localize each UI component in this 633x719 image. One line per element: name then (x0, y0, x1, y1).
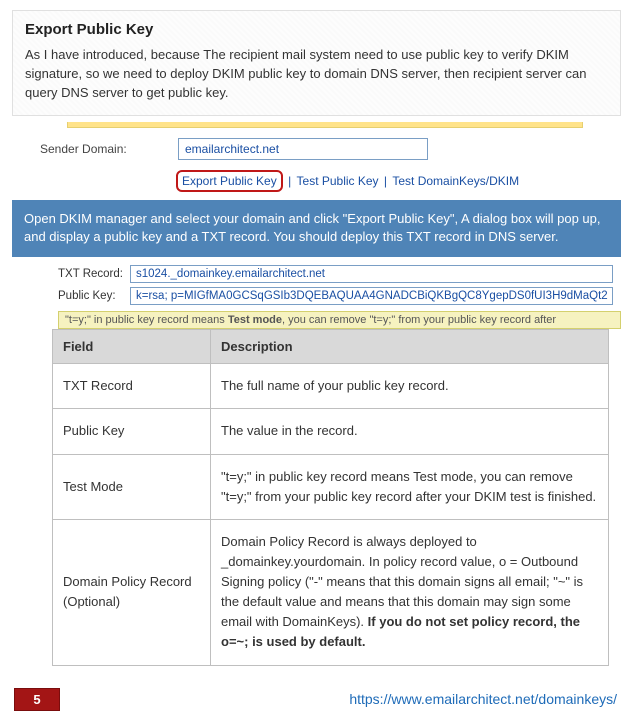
table-cell-field: TXT Record (53, 364, 211, 409)
description-table-wrap: Field Description TXT Record The full na… (52, 329, 609, 665)
table-cell-field: Domain Policy Record (Optional) (53, 519, 211, 665)
public-key-label: Public Key: (58, 290, 130, 302)
link-separator: | (382, 174, 392, 188)
table-cell-field: Public Key (53, 409, 211, 454)
footer-url: https://www.emailarchitect.net/domainkey… (349, 691, 617, 707)
action-links: Export Public Key | Test Public Key | Te… (176, 170, 621, 192)
note-prefix: "t=y;" in public key record means (65, 314, 228, 326)
table-header-description: Description (211, 330, 609, 364)
sender-domain-row: Sender Domain: emailarchitect.net (40, 138, 621, 160)
note-suffix: , you can remove "t=y;" from your public… (282, 314, 556, 326)
test-domainkeys-dkim-link[interactable]: Test DomainKeys/DKIM (392, 174, 519, 188)
yellow-strip (67, 122, 583, 128)
page-title: Export Public Key (25, 21, 608, 38)
table-header-field: Field (53, 330, 211, 364)
page-number-badge: 5 (14, 688, 60, 711)
table-row: Public Key The value in the record. (53, 409, 609, 454)
public-key-input[interactable]: k=rsa; p=MIGfMA0GCSqGSIb3DQEBAQUAA4GNADC… (130, 287, 613, 305)
page-footer: 5 https://www.emailarchitect.net/domaink… (0, 680, 633, 719)
table-row: TXT Record The full name of your public … (53, 364, 609, 409)
public-key-row: Public Key: k=rsa; p=MIGfMA0GCSqGSIb3DQE… (58, 287, 621, 305)
test-public-key-link[interactable]: Test Public Key (297, 174, 379, 188)
table-cell-desc: Domain Policy Record is always deployed … (211, 519, 609, 665)
export-public-key-link[interactable]: Export Public Key (182, 174, 277, 188)
intro-paragraph: As I have introduced, because The recipi… (25, 46, 608, 103)
note-bold: Test mode (228, 314, 282, 326)
txt-record-row: TXT Record: s1024._domainkey.emailarchit… (58, 265, 621, 283)
sender-domain-input[interactable]: emailarchitect.net (178, 138, 428, 160)
export-public-key-highlight: Export Public Key (176, 170, 283, 192)
table-row: Test Mode "t=y;" in public key record me… (53, 454, 609, 519)
table-row: Domain Policy Record (Optional) Domain P… (53, 519, 609, 665)
intro-box: Export Public Key As I have introduced, … (12, 10, 621, 116)
link-separator: | (286, 174, 296, 188)
table-cell-desc: "t=y;" in public key record means Test m… (211, 454, 609, 519)
record-fields-area: TXT Record: s1024._domainkey.emailarchit… (12, 257, 621, 305)
table-cell-field: Test Mode (53, 454, 211, 519)
txt-record-label: TXT Record: (58, 268, 130, 280)
description-table: Field Description TXT Record The full na… (52, 329, 609, 665)
test-mode-note: "t=y;" in public key record means Test m… (58, 311, 621, 329)
sender-domain-label: Sender Domain: (40, 142, 178, 156)
instruction-callout: Open DKIM manager and select your domain… (12, 200, 621, 258)
table-cell-desc: The full name of your public key record. (211, 364, 609, 409)
txt-record-input[interactable]: s1024._domainkey.emailarchitect.net (130, 265, 613, 283)
table-cell-desc: The value in the record. (211, 409, 609, 454)
